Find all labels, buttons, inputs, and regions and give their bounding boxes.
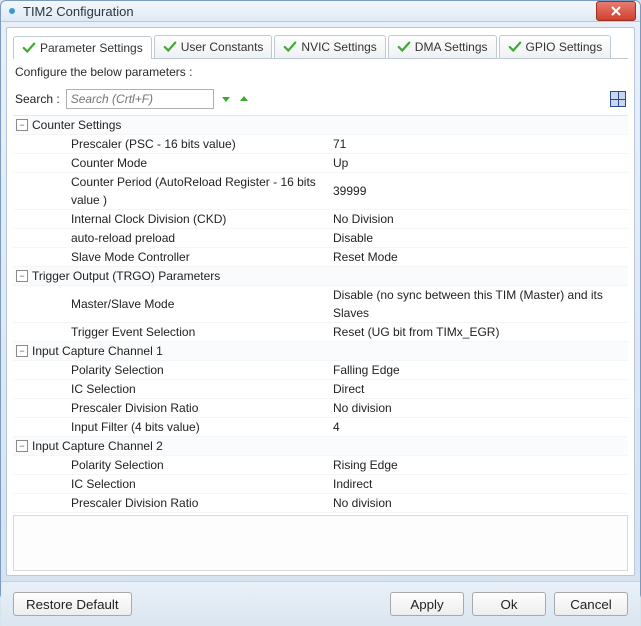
group-counter-settings[interactable]: − Counter Settings <box>13 116 628 135</box>
prop-label: Prescaler Division Ratio <box>71 399 333 417</box>
group-label: Counter Settings <box>32 116 121 134</box>
prop-value: 4 <box>333 418 628 436</box>
collapse-icon[interactable]: − <box>16 345 28 357</box>
search-next-button[interactable] <box>220 93 232 105</box>
table-row[interactable]: Prescaler Division RatioNo division <box>13 399 628 418</box>
prop-value: Up <box>333 154 628 172</box>
group-input-capture-1[interactable]: − Input Capture Channel 1 <box>13 342 628 361</box>
table-row[interactable]: Polarity SelectionRising Edge <box>13 456 628 475</box>
description-panel <box>13 515 628 571</box>
close-button[interactable] <box>596 1 636 21</box>
search-input[interactable] <box>66 89 214 109</box>
check-icon <box>508 40 522 54</box>
tab-bar: Parameter Settings User Constants NVIC S… <box>13 32 628 59</box>
tab-label: GPIO Settings <box>526 40 603 54</box>
prop-label: auto-reload preload <box>71 229 333 247</box>
prop-label: Internal Clock Division (CKD) <box>71 210 333 228</box>
tab-dma-settings[interactable]: DMA Settings <box>388 35 497 58</box>
table-row[interactable]: Trigger Event SelectionReset (UG bit fro… <box>13 323 628 342</box>
search-prev-button[interactable] <box>238 93 250 105</box>
check-icon <box>283 40 297 54</box>
content-area: Parameter Settings User Constants NVIC S… <box>6 27 635 576</box>
group-input-capture-2[interactable]: − Input Capture Channel 2 <box>13 437 628 456</box>
group-label: Input Capture Channel 2 <box>32 437 163 455</box>
table-row[interactable]: Master/Slave ModeDisable (no sync betwee… <box>13 286 628 323</box>
tab-user-constants[interactable]: User Constants <box>154 35 273 58</box>
collapse-icon[interactable]: − <box>16 440 28 452</box>
check-icon <box>397 40 411 54</box>
tab-label: Parameter Settings <box>40 41 143 55</box>
config-window: TIM2 Configuration Parameter Settings Us… <box>0 0 641 600</box>
prop-label: Polarity Selection <box>71 456 333 474</box>
instruction-text: Configure the below parameters : <box>13 59 628 87</box>
prop-label: Counter Mode <box>71 154 333 172</box>
group-trigger-output[interactable]: − Trigger Output (TRGO) Parameters <box>13 267 628 286</box>
table-row[interactable]: Internal Clock Division (CKD)No Division <box>13 210 628 229</box>
search-label: Search : <box>15 92 60 106</box>
arrow-down-icon <box>220 93 232 105</box>
arrow-up-icon <box>238 93 250 105</box>
prop-value: No division <box>333 494 628 512</box>
check-icon <box>22 41 36 55</box>
prop-value: Disable <box>333 229 628 247</box>
prop-value: 39999 <box>333 182 628 200</box>
prop-value: Disable (no sync between this TIM (Maste… <box>333 286 628 322</box>
prop-label: IC Selection <box>71 475 333 493</box>
prop-value: Direct <box>333 380 628 398</box>
prop-value: Reset (UG bit from TIMx_EGR) <box>333 323 628 341</box>
prop-label: Prescaler (PSC - 16 bits value) <box>71 135 333 153</box>
prop-value: Indirect <box>333 475 628 493</box>
table-row[interactable]: Input Filter (4 bits value)4 <box>13 418 628 437</box>
cancel-button[interactable]: Cancel <box>554 592 628 616</box>
tab-label: User Constants <box>181 40 264 54</box>
table-row[interactable]: Counter ModeUp <box>13 154 628 173</box>
ok-button[interactable]: Ok <box>472 592 546 616</box>
prop-label: Counter Period (AutoReload Register - 16… <box>71 173 333 209</box>
table-row[interactable]: Prescaler Division RatioNo division <box>13 494 628 513</box>
tab-nvic-settings[interactable]: NVIC Settings <box>274 35 385 58</box>
titlebar: TIM2 Configuration <box>1 1 640 22</box>
app-bullet-icon <box>9 8 15 14</box>
table-row[interactable]: IC SelectionIndirect <box>13 475 628 494</box>
tab-parameter-settings[interactable]: Parameter Settings <box>13 36 152 59</box>
collapse-icon[interactable]: − <box>16 270 28 282</box>
table-row[interactable]: Counter Period (AutoReload Register - 16… <box>13 173 628 210</box>
prop-value: Rising Edge <box>333 456 628 474</box>
restore-default-button[interactable]: Restore Default <box>13 592 132 616</box>
table-row[interactable]: Slave Mode ControllerReset Mode <box>13 248 628 267</box>
table-row[interactable]: IC SelectionDirect <box>13 380 628 399</box>
prop-value: No Division <box>333 210 628 228</box>
tab-gpio-settings[interactable]: GPIO Settings <box>499 35 612 58</box>
prop-label: Input Filter (4 bits value) <box>71 418 333 436</box>
button-bar: Restore Default Apply Ok Cancel <box>1 581 640 626</box>
group-label: Input Capture Channel 1 <box>32 342 163 360</box>
prop-value: No division <box>333 399 628 417</box>
group-label: Trigger Output (TRGO) Parameters <box>32 267 220 285</box>
apply-button[interactable]: Apply <box>390 592 464 616</box>
prop-label: Prescaler Division Ratio <box>71 494 333 512</box>
window-title: TIM2 Configuration <box>23 4 596 19</box>
close-icon <box>611 6 621 16</box>
prop-label: IC Selection <box>71 380 333 398</box>
tab-label: DMA Settings <box>415 40 488 54</box>
collapse-icon[interactable]: − <box>16 119 28 131</box>
prop-label: Trigger Event Selection <box>71 323 333 341</box>
check-icon <box>163 40 177 54</box>
search-row: Search : <box>13 87 628 115</box>
prop-label: Polarity Selection <box>71 361 333 379</box>
prop-label: Master/Slave Mode <box>71 295 333 313</box>
table-row[interactable]: Prescaler (PSC - 16 bits value)71 <box>13 135 628 154</box>
tab-label: NVIC Settings <box>301 40 376 54</box>
table-row[interactable]: auto-reload preloadDisable <box>13 229 628 248</box>
property-tree: − Counter Settings Prescaler (PSC - 16 b… <box>13 115 628 513</box>
prop-label: Slave Mode Controller <box>71 248 333 266</box>
table-row[interactable]: Polarity SelectionFalling Edge <box>13 361 628 380</box>
grid-view-button[interactable] <box>610 91 626 107</box>
prop-value: Reset Mode <box>333 248 628 266</box>
prop-value: 71 <box>333 135 628 153</box>
prop-value: Falling Edge <box>333 361 628 379</box>
